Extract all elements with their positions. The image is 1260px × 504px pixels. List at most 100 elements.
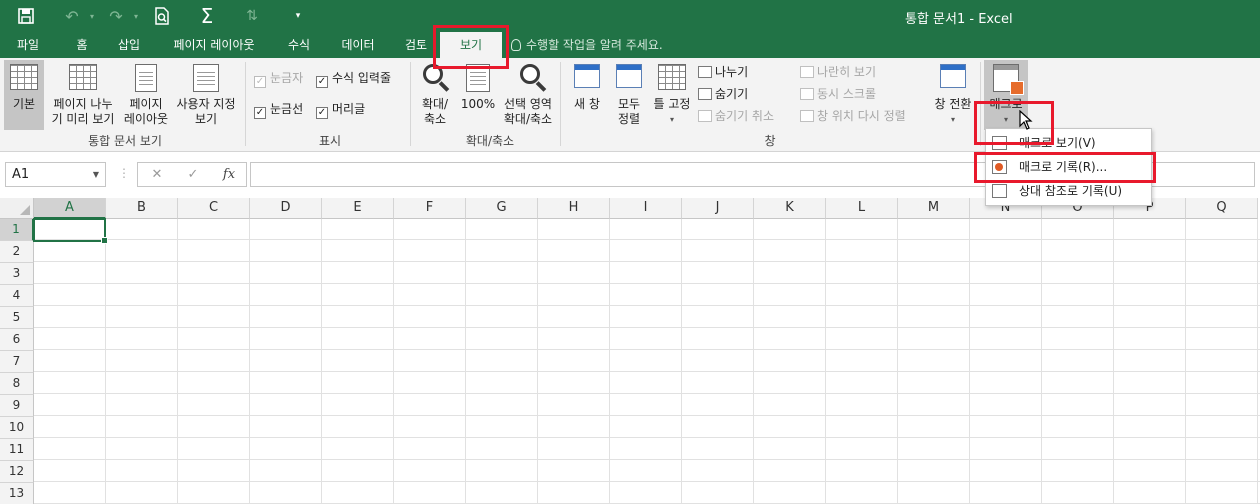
check-icon: ✓ — [254, 76, 266, 88]
split-label: 나누기 — [715, 65, 749, 79]
macro-icon — [993, 64, 1024, 95]
column-header-e[interactable]: E — [322, 198, 394, 219]
name-box-value: A1 — [12, 167, 30, 182]
column-header-l[interactable]: L — [826, 198, 898, 219]
sort-icon[interactable]: ⇅ — [240, 5, 264, 27]
tab-data[interactable]: 데이터 — [330, 32, 386, 58]
arrange-label-1: 모두 — [617, 97, 641, 111]
insert-function-icon[interactable]: fx — [214, 163, 244, 186]
check-icon: ✓ — [316, 107, 328, 119]
undo-dropdown-icon[interactable]: ▾ — [80, 5, 104, 27]
split-icon — [698, 66, 712, 78]
cell-grid[interactable] — [34, 219, 1260, 504]
column-header-b[interactable]: B — [106, 198, 178, 219]
new-window-button[interactable]: 새 창 — [566, 60, 608, 112]
row-header-3[interactable]: 3 — [0, 263, 34, 285]
tell-me-box[interactable]: 수행할 작업을 알려 주세요. — [511, 32, 663, 58]
column-header-i[interactable]: I — [610, 198, 682, 219]
save-icon[interactable] — [14, 5, 38, 27]
row-header-13[interactable]: 13 — [0, 483, 34, 504]
side-by-side-icon — [800, 66, 814, 78]
column-header-a[interactable]: A — [34, 198, 106, 219]
page-break-preview-button[interactable]: 페이지 나누 기 미리 보기 — [47, 60, 119, 127]
chevron-down-icon[interactable]: ▼ — [93, 163, 99, 186]
switch-windows-button[interactable]: 창 전환 ▾ — [930, 60, 976, 127]
hide-button[interactable]: 숨기기 — [698, 84, 748, 104]
reset-position-icon — [800, 110, 814, 122]
autosum-icon[interactable]: Σ — [195, 4, 219, 28]
column-header-m[interactable]: M — [898, 198, 970, 219]
column-header-j[interactable]: J — [682, 198, 754, 219]
row-header-10[interactable]: 10 — [0, 417, 34, 439]
freeze-panes-button[interactable]: 틀 고정 ▾ — [650, 60, 694, 127]
check-icon: ✓ — [316, 76, 328, 88]
tab-view[interactable]: 보기 — [440, 32, 502, 58]
row-header-1[interactable]: 1 — [0, 219, 34, 241]
tab-formulas[interactable]: 수식 — [276, 32, 322, 58]
gridlines-checkbox[interactable]: ✓ 눈금선 — [254, 99, 303, 119]
page-layout-view-button[interactable]: 페이지 레이아웃 — [121, 60, 171, 127]
row-header-6[interactable]: 6 — [0, 329, 34, 351]
relative-reference-label: 상대 참조로 기록(U) — [1019, 184, 1123, 198]
column-header-g[interactable]: G — [466, 198, 538, 219]
macros-dropdown-menu: 매크로 보기(V) 매크로 기록(R)... 상대 참조로 기록(U) — [985, 128, 1152, 206]
customize-qat-icon[interactable]: ▾ — [286, 5, 310, 27]
tab-review[interactable]: 검토 — [394, 32, 438, 58]
active-cell[interactable] — [33, 218, 108, 244]
custom-views-icon — [193, 64, 219, 92]
zoom-to-selection-button[interactable]: 선택 영역 확대/축소 — [500, 60, 556, 127]
synchronous-scroll-button[interactable]: 동시 스크롤 — [800, 84, 876, 104]
zoom-selection-label-1: 선택 영역 — [504, 97, 552, 111]
row-header-7[interactable]: 7 — [0, 351, 34, 373]
reset-window-position-button[interactable]: 창 위치 다시 정렬 — [800, 106, 906, 126]
custom-views-label-1: 사용자 지정 — [176, 97, 236, 111]
tab-home[interactable]: 홈 — [62, 32, 102, 58]
arrange-all-button[interactable]: 모두 정렬 — [610, 60, 648, 127]
column-header-k[interactable]: K — [754, 198, 826, 219]
row-header-5[interactable]: 5 — [0, 307, 34, 329]
row-header-8[interactable]: 8 — [0, 373, 34, 395]
zoom-100-button[interactable]: 100% — [458, 60, 498, 112]
reset-position-label: 창 위치 다시 정렬 — [817, 109, 906, 123]
row-header-12[interactable]: 12 — [0, 461, 34, 483]
tab-page-layout[interactable]: 페이지 레이아웃 — [160, 32, 268, 58]
view-side-by-side-button[interactable]: 나란히 보기 — [800, 62, 876, 82]
tab-file[interactable]: 파일 — [4, 32, 52, 58]
window-group-label: 창 — [764, 134, 776, 148]
redo-dropdown-icon[interactable]: ▾ — [124, 5, 148, 27]
column-header-c[interactable]: C — [178, 198, 250, 219]
print-preview-icon[interactable] — [150, 5, 174, 27]
row-header-9[interactable]: 9 — [0, 395, 34, 417]
unhide-button[interactable]: 숨기기 취소 — [698, 106, 774, 126]
split-button[interactable]: 나누기 — [698, 62, 748, 82]
record-macro-item[interactable]: 매크로 기록(R)... — [986, 155, 1151, 179]
column-header-d[interactable]: D — [250, 198, 322, 219]
relative-reference-icon — [992, 184, 1007, 198]
grip-icon[interactable]: ⋮ — [118, 166, 130, 180]
row-header-2[interactable]: 2 — [0, 241, 34, 263]
formula-bar-checkbox[interactable]: ✓ 수식 입력줄 — [316, 68, 391, 88]
zoom-button[interactable]: 확대/ 축소 — [414, 60, 456, 127]
column-header-q[interactable]: Q — [1186, 198, 1258, 219]
headings-checkbox[interactable]: ✓ 머리글 — [316, 99, 365, 119]
use-relative-references-item[interactable]: 상대 참조로 기록(U) — [986, 179, 1151, 203]
row-header-4[interactable]: 4 — [0, 285, 34, 307]
lightbulb-icon — [511, 39, 521, 51]
zoom-selection-label-2: 확대/축소 — [503, 112, 553, 126]
name-box[interactable]: A1 ▼ — [5, 162, 106, 187]
column-header-h[interactable]: H — [538, 198, 610, 219]
cancel-icon[interactable]: ✕ — [142, 163, 172, 186]
ribbon-tabs: 파일 홈 삽입 페이지 레이아웃 수식 데이터 검토 보기 수행할 작업을 알려… — [0, 32, 1260, 58]
arrange-label-2: 정렬 — [617, 112, 641, 126]
view-macros-item[interactable]: 매크로 보기(V) — [986, 131, 1151, 155]
column-header-f[interactable]: F — [394, 198, 466, 219]
page-break-label-1: 페이지 나누 — [53, 97, 113, 111]
ruler-checkbox[interactable]: ✓ 눈금자 — [254, 68, 303, 88]
custom-views-button[interactable]: 사용자 지정 보기 — [172, 60, 240, 127]
normal-view-button[interactable]: 기본 — [4, 60, 44, 130]
enter-icon[interactable]: ✓ — [178, 163, 208, 186]
select-all-button[interactable] — [0, 198, 34, 219]
row-header-11[interactable]: 11 — [0, 439, 34, 461]
hide-label: 숨기기 — [715, 87, 749, 101]
tab-insert[interactable]: 삽입 — [106, 32, 152, 58]
